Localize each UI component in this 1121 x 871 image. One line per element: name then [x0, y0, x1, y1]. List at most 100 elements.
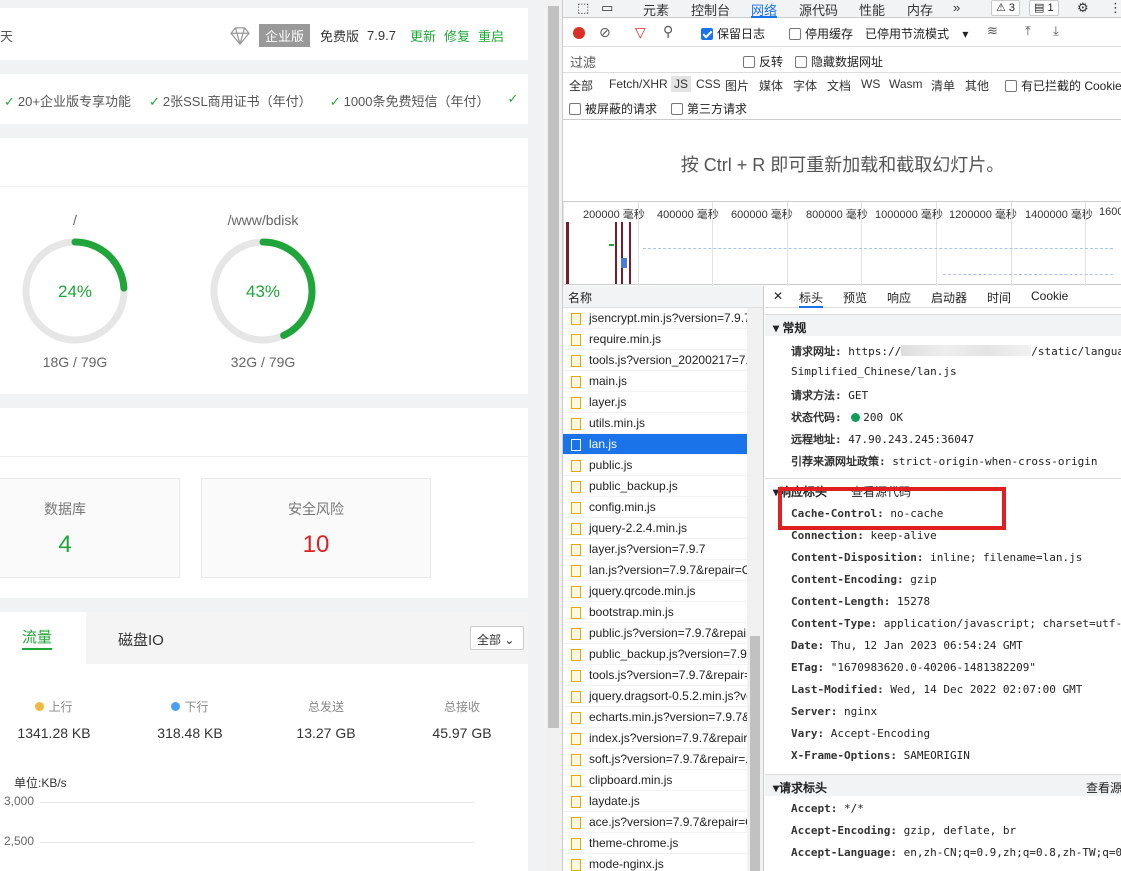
disk-www-bdisk[interactable]: /www/bdisk 43% 32G / 79G	[208, 212, 318, 370]
invert-checkbox[interactable]: 反转	[743, 53, 783, 70]
enterprise-badge[interactable]: 企业版	[259, 24, 311, 47]
request-row[interactable]: clipboard.min.js	[563, 770, 747, 791]
record-icon[interactable]	[573, 27, 585, 39]
request-row[interactable]: require.min.js	[563, 329, 747, 350]
request-row[interactable]: tools.js?version=7.9.7&repair=	[563, 665, 747, 686]
more-tabs-icon[interactable]: »	[953, 0, 960, 15]
downstream-stat: 下行 318.48 KB	[157, 700, 223, 741]
gear-icon[interactable]: ⚙	[1077, 0, 1089, 16]
type-wasm[interactable]: Wasm	[889, 77, 923, 91]
clear-icon[interactable]: ⊘	[599, 24, 611, 41]
network-conditions-icon[interactable]: ≋	[987, 23, 998, 39]
request-row[interactable]: lan.js?version=7.9.7&repair=C	[563, 560, 747, 581]
type-ws[interactable]: WS	[861, 77, 880, 91]
inspect-icon[interactable]: ⬚	[577, 0, 589, 16]
type-font[interactable]: 字体	[793, 77, 817, 94]
type-doc[interactable]: 文档	[827, 77, 851, 94]
type-css[interactable]: CSS	[696, 77, 721, 91]
js-file-icon	[571, 796, 581, 808]
type-img[interactable]: 图片	[725, 77, 749, 94]
disk-root[interactable]: / 24% 18G / 79G	[20, 212, 130, 370]
search-icon[interactable]: ⚲	[663, 23, 673, 40]
tab-disk-io[interactable]: 磁盘IO	[86, 612, 528, 664]
tab-timing[interactable]: 时间	[987, 289, 1011, 306]
request-row[interactable]: public_backup.js	[563, 476, 747, 497]
security-risk-stat[interactable]: 安全风险 10	[201, 478, 431, 578]
tab-traffic[interactable]: 流量	[0, 612, 86, 664]
export-icon[interactable]: ⤓	[1053, 23, 1059, 39]
request-row[interactable]: config.min.js	[563, 497, 747, 518]
hide-data-urls-checkbox[interactable]: 隐藏数据网址	[795, 53, 883, 70]
type-other[interactable]: 其他	[965, 77, 989, 94]
request-row[interactable]: utils.min.js	[563, 413, 747, 434]
request-row[interactable]: soft.js?version=7.9.7&repair=.	[563, 749, 747, 770]
tab-network[interactable]: 网络	[751, 0, 778, 18]
request-row[interactable]: jquery.qrcode.min.js	[563, 581, 747, 602]
request-row[interactable]: tools.js?version_20200217=7.9	[563, 350, 747, 371]
request-row[interactable]: ace.js?version=7.9.7&repair=C	[563, 812, 747, 833]
database-stat[interactable]: 数据库 4	[0, 478, 180, 578]
type-all[interactable]: 全部	[569, 77, 593, 94]
update-link[interactable]: 更新	[410, 26, 436, 45]
kebab-menu-icon[interactable]: ⋮	[1109, 0, 1121, 16]
messages-badge[interactable]: ▤ 1	[1029, 0, 1059, 16]
preserve-log-checkbox[interactable]: 保留日志	[701, 25, 765, 42]
warnings-badge[interactable]: ⚠ 3	[991, 0, 1021, 16]
type-media[interactable]: 媒体	[759, 77, 783, 94]
general-section-header[interactable]: ▾ 常规	[765, 314, 1121, 336]
restart-link[interactable]: 重启	[478, 26, 504, 45]
tab-initiator[interactable]: 启动器	[931, 289, 967, 306]
request-list-scrollbar[interactable]	[747, 308, 763, 871]
downstream-dot-icon	[171, 702, 181, 711]
filter-icon[interactable]: ▽	[635, 24, 646, 41]
filter-input[interactable]: 过滤	[567, 50, 733, 70]
request-row[interactable]: jsencrypt.min.js?version=7.9.7	[563, 308, 747, 329]
tab-headers[interactable]: 标头	[799, 289, 824, 308]
blocked-requests-checkbox[interactable]: 被屏蔽的请求	[569, 100, 657, 117]
tab-response[interactable]: 响应	[887, 289, 911, 306]
page-scrollbar[interactable]	[546, 0, 562, 871]
request-row[interactable]: layer.js	[563, 392, 747, 413]
check-icon: ✓	[148, 94, 160, 109]
tab-preview[interactable]: 预览	[843, 289, 867, 306]
response-header-row: Date: Thu, 12 Jan 2023 06:54:24 GMT	[791, 639, 1023, 652]
request-headers-section-header[interactable]: ▾请求标头 查看源	[765, 774, 1121, 796]
disable-cache-checkbox[interactable]: 停用缓存	[789, 25, 853, 42]
name-column-header[interactable]: 名称	[563, 286, 763, 308]
request-row[interactable]: public_backup.js?version=7.9.	[563, 644, 747, 665]
request-row[interactable]: theme-chrome.js	[563, 833, 747, 854]
request-row[interactable]: layer.js?version=7.9.7	[563, 539, 747, 560]
request-row[interactable]: lan.js	[563, 434, 747, 455]
request-row[interactable]: main.js	[563, 371, 747, 392]
request-row[interactable]: public.js	[563, 455, 747, 476]
upstream-stat: 上行 1341.28 KB	[17, 700, 91, 741]
request-row[interactable]: mode-nginx.js	[563, 854, 747, 871]
request-row[interactable]: echarts.min.js?version=7.9.7&	[563, 707, 747, 728]
tab-sources[interactable]: 源代码	[799, 0, 838, 19]
type-js[interactable]: JS	[671, 76, 692, 92]
type-manifest[interactable]: 清单	[931, 77, 955, 94]
tab-cookies[interactable]: Cookie	[1031, 289, 1068, 303]
blocked-cookies-checkbox[interactable]: 有已拦截的 Cookie	[1005, 77, 1121, 94]
request-row[interactable]: laydate.js	[563, 791, 747, 812]
type-fetch-xhr[interactable]: Fetch/XHR	[609, 77, 668, 91]
third-party-checkbox[interactable]: 第三方请求	[671, 100, 747, 117]
network-select[interactable]: 全部 ⌄	[470, 626, 524, 650]
tab-memory[interactable]: 内存	[907, 0, 933, 19]
repair-link[interactable]: 修复	[444, 26, 470, 45]
tab-performance[interactable]: 性能	[859, 0, 885, 19]
request-row[interactable]: public.js?version=7.9.7&repair	[563, 623, 747, 644]
response-header-row: Last-Modified: Wed, 14 Dec 2022 02:07:00…	[791, 683, 1083, 696]
tab-console[interactable]: 控制台	[691, 0, 730, 19]
device-icon[interactable]: ▭	[601, 0, 613, 16]
throttling-select[interactable]: 已停用节流模式 ▾	[865, 25, 968, 42]
request-row[interactable]: bootstrap.min.js	[563, 602, 747, 623]
total-received-stat: 总接收 45.97 GB	[432, 700, 492, 741]
close-icon[interactable]: ✕	[773, 289, 783, 303]
import-icon[interactable]: ⤒	[1025, 23, 1031, 39]
tab-elements[interactable]: 元素	[643, 0, 669, 19]
network-overview[interactable]: 200000 毫秒 400000 毫秒 600000 毫秒 800000 毫秒 …	[563, 201, 1121, 286]
request-row[interactable]: jquery-2.2.4.min.js	[563, 518, 747, 539]
request-row[interactable]: index.js?version=7.9.7&repair.	[563, 728, 747, 749]
request-row[interactable]: jquery.dragsort-0.5.2.min.js?ve	[563, 686, 747, 707]
